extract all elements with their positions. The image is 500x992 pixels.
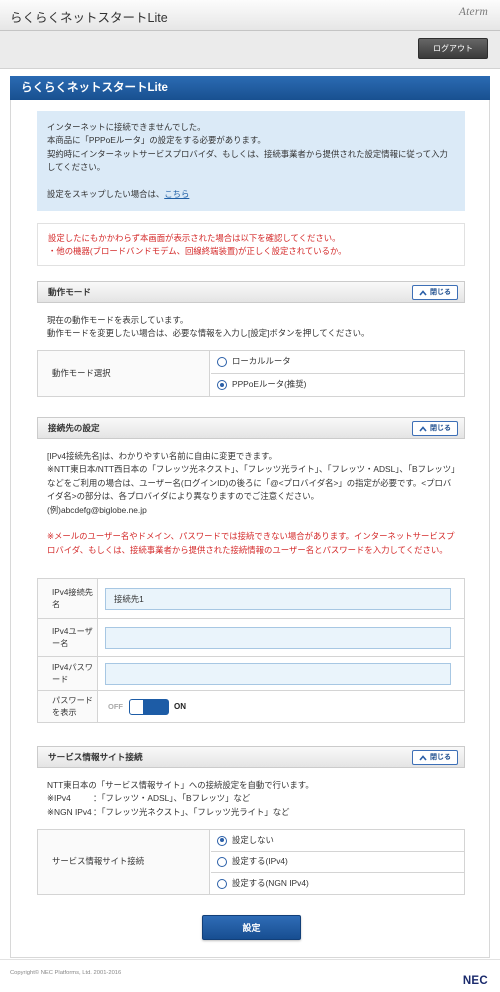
note-text: ：「フレッツ光ネクスト」、「フレッツ光ライト」など — [93, 806, 290, 817]
notice-line: 契約時にインターネットサービスプロバイダ、もしくは、接続事業者から提供された設定… — [47, 148, 448, 173]
skip-link[interactable]: こちら — [164, 189, 189, 199]
skip-text: 設定をスキップしたい場合は、 — [47, 189, 165, 200]
aterm-logo: Aterm — [458, 6, 488, 18]
connection-form: IPv4接続先名 IPv4ユーザー名 IPv4パスワード パスワードを表示 OF… — [37, 578, 465, 723]
desc-line: NTT東日本の「サービス情報サイト」への接続設定を自動で行います。 — [47, 780, 314, 790]
radio-button[interactable] — [217, 878, 227, 889]
nec-logo: NEC — [462, 975, 488, 987]
copyright: Copyright© NEC Platforms, Ltd. 2001-2016 — [10, 970, 122, 976]
option-label: 設定する(NGN IPv4) — [232, 877, 309, 888]
top-header: らくらくネットスタートLite Aterm — [0, 0, 500, 31]
label-text: IPv4パスワード — [52, 663, 93, 684]
chevron-up-icon — [419, 425, 427, 432]
radio-option-ngn-ipv4[interactable]: 設定する(NGN IPv4) — [211, 873, 464, 894]
service-table: サービス情報サイト接続 設定しない 設定する(IPv4) 設定する(NGN IP… — [37, 829, 465, 895]
caution-text: ※メールのユーザー名やドメイン、パスワードでは接続できない場合があります。インタ… — [47, 531, 455, 555]
page: らくらくネットスタートLite Aterm ログアウト らくらくネットスタートL… — [0, 0, 500, 992]
note-text: ：「フレッツ・ADSL」、「Bフレッツ」など — [93, 793, 251, 804]
section-header-mode: 動作モード 閉じる — [37, 281, 465, 303]
option-label: ローカルルータ — [232, 356, 291, 367]
close-label: 閉じる — [430, 754, 451, 761]
toggle-on-label: ON — [174, 702, 186, 711]
skip-line: 設定をスキップしたい場合は、こちら — [47, 188, 455, 201]
close-section-button[interactable]: 閉じる — [412, 421, 458, 436]
app-title: らくらくネットスタートLite — [10, 11, 168, 25]
section-title: サービス情報サイト接続 — [48, 752, 143, 762]
mode-description: 現在の動作モードを表示しています。 動作モードを変更したい場合は、必要な情報を入… — [47, 314, 459, 341]
service-description: NTT東日本の「サービス情報サイト」への接続設定を自動で行います。 ※IPv4 ：… — [47, 779, 459, 819]
close-section-button[interactable]: 閉じる — [412, 285, 458, 300]
label-text: IPv4ユーザー名 — [52, 627, 93, 648]
warning-line: ・他の機器(ブロードバンドモデム、回線終端装置)が正しく設定されているか。 — [48, 246, 347, 257]
option-label: PPPoEルータ(推奨) — [232, 379, 307, 390]
note-prefix: ※IPv4 — [47, 793, 71, 804]
connection-description: [IPv4接続先名]は、わかりやすい名前に自由に変更できます。 ※NTT東日本/… — [47, 450, 459, 557]
form-label: パスワードを表示 — [38, 691, 98, 722]
notice-box: インターネットに接続できませんでした。 本商品に「PPPoEルータ」の設定をする… — [37, 111, 465, 211]
mode-field-label: 動作モード選択 — [38, 351, 210, 396]
toggle-off-label: OFF — [108, 702, 123, 711]
form-value — [98, 619, 464, 656]
note-ipv4: ※IPv4 ：「フレッツ・ADSL」、「Bフレッツ」など — [47, 792, 459, 805]
desc-line: [IPv4接続先名]は、わかりやすい名前に自由に変更できます。 — [47, 451, 277, 461]
form-value — [98, 579, 464, 618]
form-row-password: IPv4パスワード — [38, 657, 464, 691]
toggle-knob[interactable] — [130, 699, 144, 714]
radio-option-no-setting[interactable]: 設定しない — [211, 830, 464, 852]
form-label: IPv4パスワード — [38, 657, 98, 690]
connection-name-input[interactable] — [105, 587, 451, 610]
logout-button[interactable]: ログアウト — [418, 38, 488, 59]
form-row-connection-name: IPv4接続先名 — [38, 579, 464, 619]
notice-line: インターネットに接続できませんでした。 — [47, 122, 206, 132]
service-field-label: サービス情報サイト接続 — [38, 830, 210, 894]
close-label: 閉じる — [430, 425, 451, 432]
label-text: IPv4接続先名 — [52, 588, 93, 609]
close-label: 閉じる — [430, 289, 451, 296]
note-ngn-ipv4: ※NGN IPv4 ：「フレッツ光ネクスト」、「フレッツ光ライト」など — [47, 806, 459, 819]
radio-button[interactable] — [217, 380, 227, 390]
username-input[interactable] — [105, 626, 451, 649]
show-password-toggle[interactable] — [129, 698, 169, 715]
field-label-text: サービス情報サイト接続 — [52, 856, 145, 867]
desc-line: (例)abcdefg@biglobe.ne.jp — [47, 504, 147, 515]
footer: Copyright© NEC Platforms, Ltd. 2001-2016… — [0, 959, 500, 992]
section-title: 接続先の設定 — [48, 423, 100, 433]
desc-line: 現在の動作モードを表示しています。 — [47, 315, 189, 325]
section-title: 動作モード — [48, 287, 91, 297]
form-label: IPv4接続先名 — [38, 579, 98, 618]
section-header-service: サービス情報サイト接続 閉じる — [37, 746, 465, 768]
form-value — [98, 657, 464, 690]
warning-line: 設定したにもかかわらず本画面が表示された場合は以下を確認してください。 — [48, 233, 341, 243]
notice-line: 本商品に「PPPoEルータ」の設定をする必要があります。 — [47, 135, 266, 146]
field-label-text: 動作モード選択 — [52, 367, 111, 378]
option-label: 設定する(IPv4) — [232, 856, 288, 867]
note-prefix: ※NGN IPv4 — [47, 806, 92, 817]
form-value: OFF ON — [98, 691, 464, 722]
desc-line: ※NTT東日本/NTT西日本の「フレッツ光ネクスト」、「フレッツ光ライト」、「フ… — [47, 464, 456, 502]
radio-option-pppoe-router[interactable]: PPPoEルータ(推奨) — [211, 374, 464, 396]
chevron-up-icon — [419, 754, 427, 761]
radio-option-ipv4[interactable]: 設定する(IPv4) — [211, 852, 464, 873]
radio-button[interactable] — [217, 835, 227, 846]
form-label: IPv4ユーザー名 — [38, 619, 98, 656]
section-header-connection: 接続先の設定 閉じる — [37, 417, 465, 439]
page-title: らくらくネットスタートLite — [10, 76, 490, 100]
mode-table: 動作モード選択 ローカルルータ PPPoEルータ(推奨) — [37, 350, 465, 397]
radio-button[interactable] — [217, 857, 227, 867]
warning-box: 設定したにもかかわらず本画面が表示された場合は以下を確認してください。 ・他の機… — [37, 223, 465, 266]
radio-button[interactable] — [217, 357, 227, 367]
submit-button[interactable]: 設定 — [202, 915, 301, 940]
form-row-username: IPv4ユーザー名 — [38, 619, 464, 657]
form-row-show-password: パスワードを表示 OFF ON — [38, 691, 464, 722]
password-input[interactable] — [105, 662, 451, 685]
desc-line: 動作モードを変更したい場合は、必要な情報を入力し[設定]ボタンを押してください。 — [47, 328, 370, 339]
label-text: パスワードを表示 — [52, 696, 93, 717]
chevron-up-icon — [419, 289, 427, 296]
close-section-button[interactable]: 閉じる — [412, 750, 458, 765]
radio-option-local-router[interactable]: ローカルルータ — [211, 351, 464, 374]
option-label: 設定しない — [232, 834, 274, 845]
